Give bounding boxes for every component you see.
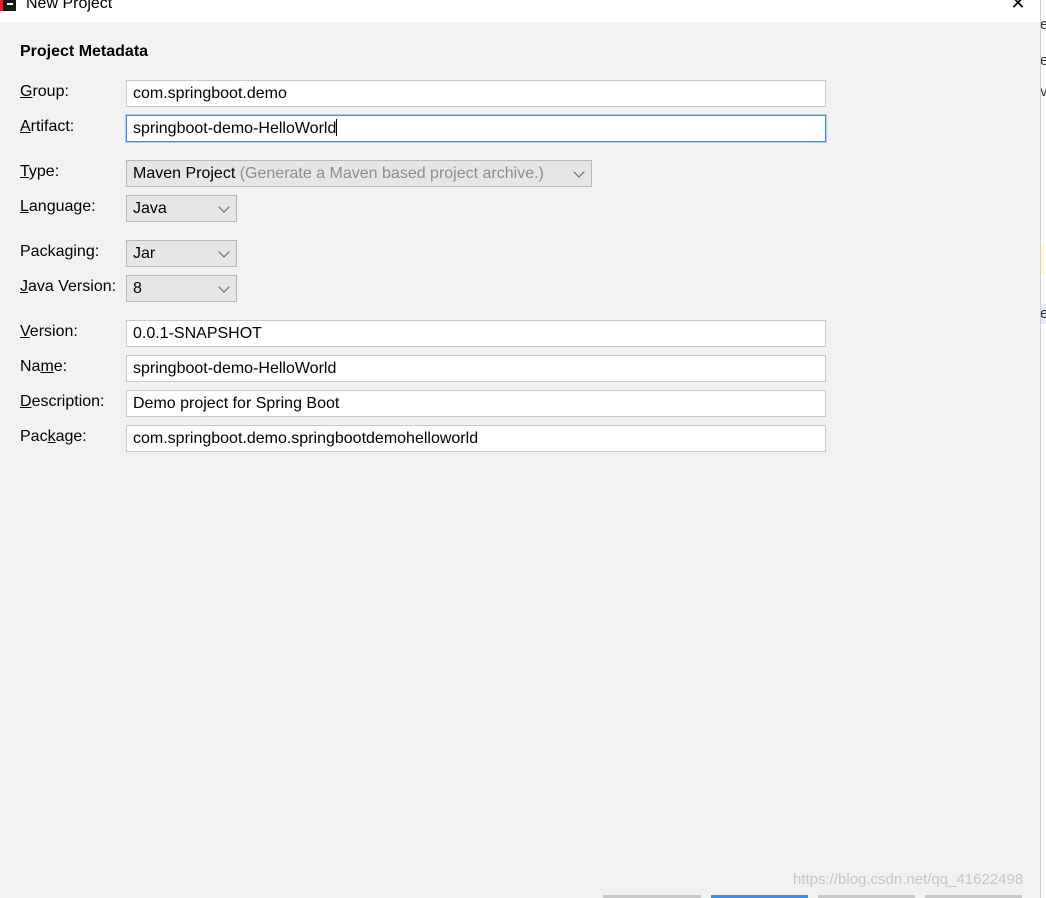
text-caret bbox=[336, 119, 338, 136]
type-hint: (Generate a Maven based project archive.… bbox=[239, 165, 544, 182]
java-version-label: Java Version: bbox=[20, 278, 116, 296]
artifact-label-text: rtifact: bbox=[30, 118, 75, 135]
language-mnemonic: L bbox=[20, 198, 29, 215]
java-version-mnemonic: J bbox=[20, 278, 28, 295]
group-input[interactable]: com.springboot.demo bbox=[126, 80, 826, 107]
packaging-select[interactable]: Jar bbox=[126, 240, 237, 267]
chevron-down-icon bbox=[218, 281, 230, 293]
title-bar: New Project ✕ bbox=[0, 0, 1040, 22]
version-label-text: ersion: bbox=[29, 323, 78, 340]
packaging-value: Jar bbox=[133, 245, 156, 262]
artifact-value: springboot-demo-HelloWorld bbox=[133, 120, 337, 137]
type-value: Maven Project bbox=[133, 165, 236, 182]
artifact-label: Artifact: bbox=[20, 118, 74, 136]
chevron-down-icon bbox=[218, 246, 230, 258]
name-label-post: e: bbox=[53, 358, 68, 375]
type-mnemonic: T bbox=[20, 163, 29, 180]
package-input[interactable]: com.springboot.demo.springbootdemohellow… bbox=[126, 425, 826, 452]
group-value: com.springboot.demo bbox=[133, 85, 287, 102]
section-title: Project Metadata bbox=[20, 43, 149, 60]
artifact-input[interactable]: springboot-demo-HelloWorld bbox=[126, 115, 826, 142]
chevron-down-icon bbox=[218, 201, 230, 213]
type-select[interactable]: Maven Project (Generate a Maven based pr… bbox=[126, 160, 592, 187]
name-value: springboot-demo-HelloWorld bbox=[133, 360, 337, 377]
background-window-edge: e e v e bbox=[1040, 0, 1046, 898]
close-button[interactable]: ✕ bbox=[1000, 0, 1036, 17]
packaging-label-pre: Packa bbox=[20, 243, 65, 260]
group-mnemonic: G bbox=[20, 83, 33, 100]
description-mnemonic: D bbox=[20, 393, 32, 410]
background-text-3: v bbox=[1041, 83, 1046, 100]
background-highlight bbox=[1041, 244, 1046, 274]
language-value: Java bbox=[133, 200, 167, 217]
language-label-text: anguage: bbox=[28, 198, 96, 215]
group-label: Group: bbox=[20, 83, 69, 101]
java-version-value: 8 bbox=[133, 280, 142, 297]
background-text-2: e bbox=[1041, 52, 1046, 69]
background-text-1: e bbox=[1041, 16, 1046, 33]
package-value: com.springboot.demo.springbootdemohellow… bbox=[133, 430, 479, 447]
type-label: Type: bbox=[20, 163, 59, 181]
package-label: Package: bbox=[20, 428, 87, 446]
watermark: https://blog.csdn.net/qq_41622498 bbox=[793, 871, 1024, 888]
language-label: Language: bbox=[20, 198, 96, 216]
chevron-down-icon bbox=[573, 166, 585, 178]
window-title: New Project bbox=[26, 0, 113, 12]
artifact-mnemonic: A bbox=[20, 118, 31, 135]
java-version-label-text: ava Version: bbox=[28, 278, 117, 295]
package-label-post: age: bbox=[55, 428, 87, 445]
language-select[interactable]: Java bbox=[126, 195, 237, 222]
group-label-text: roup: bbox=[32, 83, 69, 100]
name-mnemonic: m bbox=[40, 358, 54, 375]
name-label: Name: bbox=[20, 358, 67, 376]
intellij-idea-icon bbox=[0, 0, 16, 11]
description-value: Demo project for Spring Boot bbox=[133, 395, 340, 412]
package-mnemonic: k bbox=[47, 428, 56, 445]
name-input[interactable]: springboot-demo-HelloWorld bbox=[126, 355, 826, 382]
description-label: Description: bbox=[20, 393, 104, 411]
version-label: Version: bbox=[20, 323, 78, 341]
description-label-text: escription: bbox=[31, 393, 105, 410]
version-value: 0.0.1-SNAPSHOT bbox=[133, 325, 262, 342]
description-input[interactable]: Demo project for Spring Boot bbox=[126, 390, 826, 417]
version-mnemonic: V bbox=[20, 323, 30, 340]
name-label-pre: Na bbox=[20, 358, 41, 375]
package-label-pre: Pac bbox=[20, 428, 48, 445]
version-input[interactable]: 0.0.1-SNAPSHOT bbox=[126, 320, 826, 347]
background-text-4: e bbox=[1041, 305, 1046, 322]
type-label-text: ype: bbox=[28, 163, 60, 180]
packaging-label-post: ing: bbox=[73, 243, 100, 260]
java-version-select[interactable]: 8 bbox=[126, 275, 237, 302]
packaging-label: Packaging: bbox=[20, 243, 99, 261]
